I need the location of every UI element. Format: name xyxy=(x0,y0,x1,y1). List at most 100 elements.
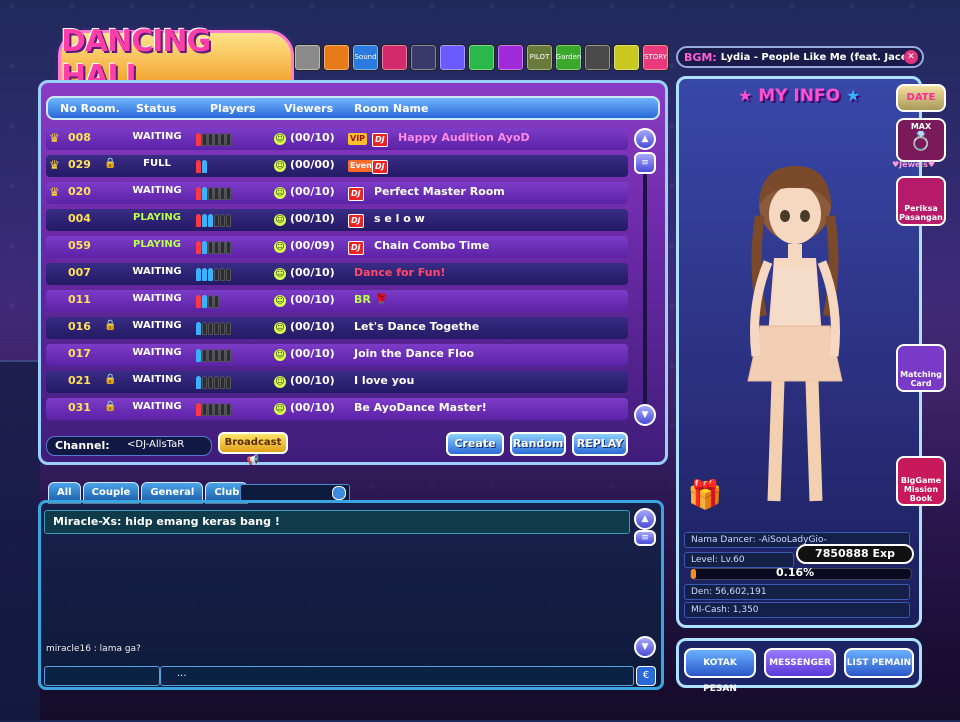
dj-badge: DJ xyxy=(348,214,364,228)
chat-filter-toggle-icon[interactable] xyxy=(332,486,346,500)
album-icon[interactable] xyxy=(584,44,611,71)
kotak-pesan-button[interactable]: KOTAK PESAN xyxy=(684,648,756,694)
create-button[interactable]: Create xyxy=(446,432,504,456)
card-icon[interactable] xyxy=(294,44,321,71)
room-row[interactable]: 017 WAITING ☺ (00/10) Join the Dance Floo xyxy=(46,344,628,366)
scroll-thumb[interactable]: ≡ xyxy=(634,152,656,174)
room-row[interactable]: ♛ 029 🔒 FULL ☺ (00/00) Event DJ xyxy=(46,155,628,177)
replay-button[interactable]: REPLAY xyxy=(572,432,628,456)
room-row[interactable]: ♛ 020 WAITING ☺ (00/10) DJ Perfect Master Room xyxy=(46,182,628,204)
empty-slot-icon xyxy=(208,241,213,254)
chat-scroll-up-icon[interactable]: ▲ xyxy=(634,508,656,530)
dancer-avatar xyxy=(747,166,843,502)
player-icon xyxy=(196,403,201,416)
player-icon xyxy=(196,214,201,227)
room-row[interactable]: 011 WAITING ☺ (00/10) BR 🌹 xyxy=(46,290,628,312)
empty-slot-icon xyxy=(226,403,231,416)
chat-input[interactable]: ... xyxy=(160,666,634,686)
garden-icon[interactable]: Garden xyxy=(555,44,582,71)
player-slots xyxy=(196,268,231,281)
list-pemain-button[interactable]: LIST PEMAIN xyxy=(844,648,914,678)
player-icon xyxy=(196,295,201,308)
ghost-icon[interactable] xyxy=(410,44,437,71)
date-button[interactable]: DATE xyxy=(896,84,946,112)
empty-slot-icon xyxy=(214,241,219,254)
empty-slot-icon xyxy=(202,133,207,146)
den: Den: 56,602,191 xyxy=(684,584,910,600)
lock-icon: 🔒 xyxy=(104,320,117,331)
player-slots xyxy=(196,133,231,146)
empty-slot-icon xyxy=(208,403,213,416)
player-slots xyxy=(196,403,231,416)
top-icon-bar: Sound PILOT Garden STORY xyxy=(294,44,669,71)
gift-box-icon[interactable]: 🎁 xyxy=(684,478,726,514)
crown-icon: ♛ xyxy=(49,131,60,145)
empty-slot-icon xyxy=(202,376,207,389)
room-row[interactable]: 004 PLAYING ☺ (00/10) DJ s e l o w xyxy=(46,209,628,231)
room-row[interactable]: 021 🔒 WAITING ☺ (00/10) I love you xyxy=(46,371,628,393)
room-number: 029 xyxy=(68,158,91,171)
sound-icon[interactable]: Sound xyxy=(352,44,379,71)
viewer-icon: ☺ xyxy=(274,376,286,388)
scroll-up-icon[interactable]: ▲ xyxy=(634,128,656,150)
room-row[interactable]: ♛ 008 WAITING ☺ (00/10) VIP DJ Happy Audition A… xyxy=(46,128,628,150)
viewer-icon: ☺ xyxy=(274,133,286,145)
room-status: WAITING xyxy=(132,374,182,385)
room-name: I love you xyxy=(354,374,415,387)
random-button[interactable]: Random xyxy=(510,432,566,456)
viewer-count: (00/10) xyxy=(290,266,335,279)
shop-icon[interactable] xyxy=(323,44,350,71)
empty-slot-icon xyxy=(220,349,225,362)
bag-icon[interactable] xyxy=(381,44,408,71)
mission-book-button[interactable]: BigGame Mission Book xyxy=(896,456,946,506)
chat-scroll-thumb[interactable]: ≡ xyxy=(634,530,656,546)
bgm-close-icon[interactable]: ✕ xyxy=(904,50,918,64)
gift-icon[interactable] xyxy=(497,44,524,71)
crown-icon: ♛ xyxy=(49,185,60,199)
den-text: Den: 56,602,191 xyxy=(691,587,767,597)
player-icon xyxy=(202,214,207,227)
room-row[interactable]: 059 PLAYING ☺ (00/09) DJ Chain Combo Time xyxy=(46,236,628,258)
player-slots xyxy=(196,376,231,389)
player-icon xyxy=(196,349,201,362)
matching-card-button[interactable]: Matching Card xyxy=(896,344,946,392)
story-icon[interactable]: STORY xyxy=(642,44,669,71)
room-name: Join the Dance Floo xyxy=(354,347,475,360)
world-icon[interactable] xyxy=(439,44,466,71)
messenger-button[interactable]: MESSENGER xyxy=(764,648,836,678)
room-row[interactable]: 031 🔒 WAITING ☺ (00/10) Be AyoDance Master! xyxy=(46,398,628,420)
chat-send-icon[interactable]: € xyxy=(636,666,656,686)
viewer-count: (00/10) xyxy=(290,212,335,225)
pilot-icon[interactable]: PILOT xyxy=(526,44,553,71)
viewer-count: (00/10) xyxy=(290,185,335,198)
scroll-track[interactable] xyxy=(643,174,647,404)
star-icon: ★ xyxy=(738,86,753,105)
room-scrollbar[interactable]: ▲ ≡ ▼ xyxy=(634,128,656,428)
room-status: WAITING xyxy=(132,320,182,331)
bgm-label: BGM: xyxy=(684,50,717,64)
player-icon xyxy=(202,187,207,200)
room-row[interactable]: 016 🔒 WAITING ☺ (00/10) Let's Dance Togethe xyxy=(46,317,628,339)
room-name: s e l o w xyxy=(374,212,425,225)
periksa-pasangan-button[interactable]: Periksa Pasangan xyxy=(896,176,946,226)
room-status: WAITING xyxy=(132,131,182,142)
room-row[interactable]: 007 WAITING ☺ (00/10) Dance for Fun! xyxy=(46,263,628,285)
player-slots xyxy=(196,349,231,362)
room-number: 008 xyxy=(68,131,91,144)
broadcast-button[interactable]: Broadcast 📢 xyxy=(218,432,288,466)
scroll-down-icon[interactable]: ▼ xyxy=(634,404,656,426)
jewels-button[interactable]: MAX 💍 xyxy=(896,118,946,162)
chat-channel-select[interactable] xyxy=(44,666,160,686)
vip-badge: VIP xyxy=(348,133,368,145)
room-status: WAITING xyxy=(132,293,182,304)
player-icon xyxy=(196,268,201,281)
room-name: BR 🌹 xyxy=(354,293,389,306)
chat-scroll-down-icon[interactable]: ▼ xyxy=(634,636,656,658)
empty-slot-icon xyxy=(208,295,213,308)
note-icon[interactable] xyxy=(613,44,640,71)
empty-slot-icon xyxy=(202,403,207,416)
empty-slot-icon xyxy=(226,376,231,389)
star-icon[interactable] xyxy=(468,44,495,71)
chat-scrollbar[interactable]: ▲ ≡ ▼ xyxy=(634,508,656,658)
player-slots xyxy=(196,160,207,173)
